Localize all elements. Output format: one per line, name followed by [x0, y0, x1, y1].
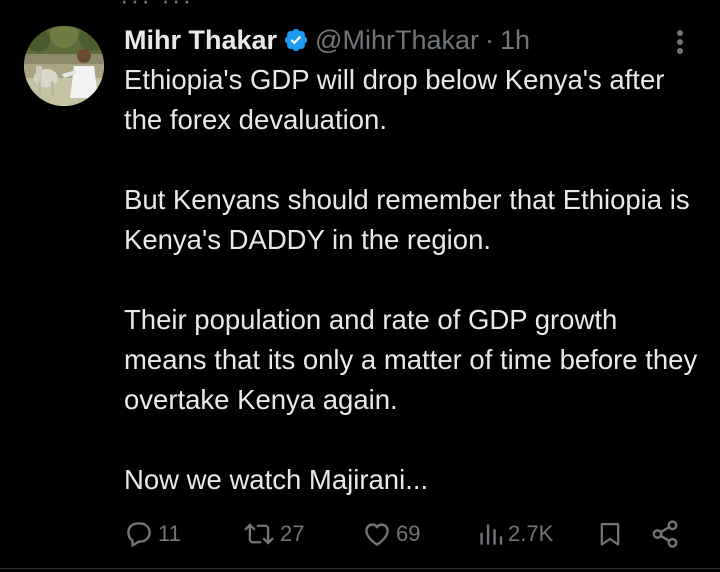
more-vertical-icon[interactable]: [666, 26, 694, 58]
like-button[interactable]: 69: [362, 512, 420, 556]
timestamp[interactable]: 1h: [500, 25, 530, 56]
avatar[interactable]: [24, 26, 104, 106]
views-count: 2.7K: [508, 521, 554, 546]
tweet[interactable]: Mihr Thakar @MihrThakar · 1h Ethiopia's …: [0, 0, 720, 572]
repost-count: 27: [280, 521, 305, 546]
bookmark-button[interactable]: [596, 512, 624, 556]
tweet-paragraph: But Kenyans should remember that Ethiopi…: [124, 184, 690, 255]
reply-icon: [127, 522, 151, 547]
reply-button[interactable]: 11: [124, 512, 181, 556]
tweet-paragraph: Their population and rate of GDP growth …: [124, 304, 698, 415]
bookmark-icon: [600, 522, 620, 546]
reply-count: 11: [158, 521, 181, 546]
separator-dot: ·: [485, 24, 494, 55]
heart-icon: [365, 523, 389, 546]
views-bar-icon: [480, 524, 503, 545]
tweet-header: Mihr Thakar @MihrThakar · 1h: [124, 22, 530, 58]
share-button[interactable]: [650, 512, 680, 556]
tweet-paragraph: Now we watch Majirani...: [124, 464, 429, 495]
divider: [0, 568, 720, 569]
repost-icon: [244, 523, 274, 545]
display-name[interactable]: Mihr Thakar: [124, 25, 277, 56]
share-icon: [652, 520, 678, 548]
tweet-text: Ethiopia's GDP will drop below Kenya's a…: [124, 60, 704, 500]
avatar-photo: [24, 26, 104, 106]
action-bar: 11 27 69 2.7K: [124, 512, 684, 556]
views-button[interactable]: 2.7K: [478, 512, 553, 556]
tweet-paragraph: Ethiopia's GDP will drop below Kenya's a…: [124, 64, 665, 135]
handle[interactable]: @MihrThakar: [315, 25, 479, 56]
verified-badge-icon: [283, 27, 309, 53]
like-count: 69: [396, 521, 421, 546]
repost-button[interactable]: 27: [242, 512, 304, 556]
